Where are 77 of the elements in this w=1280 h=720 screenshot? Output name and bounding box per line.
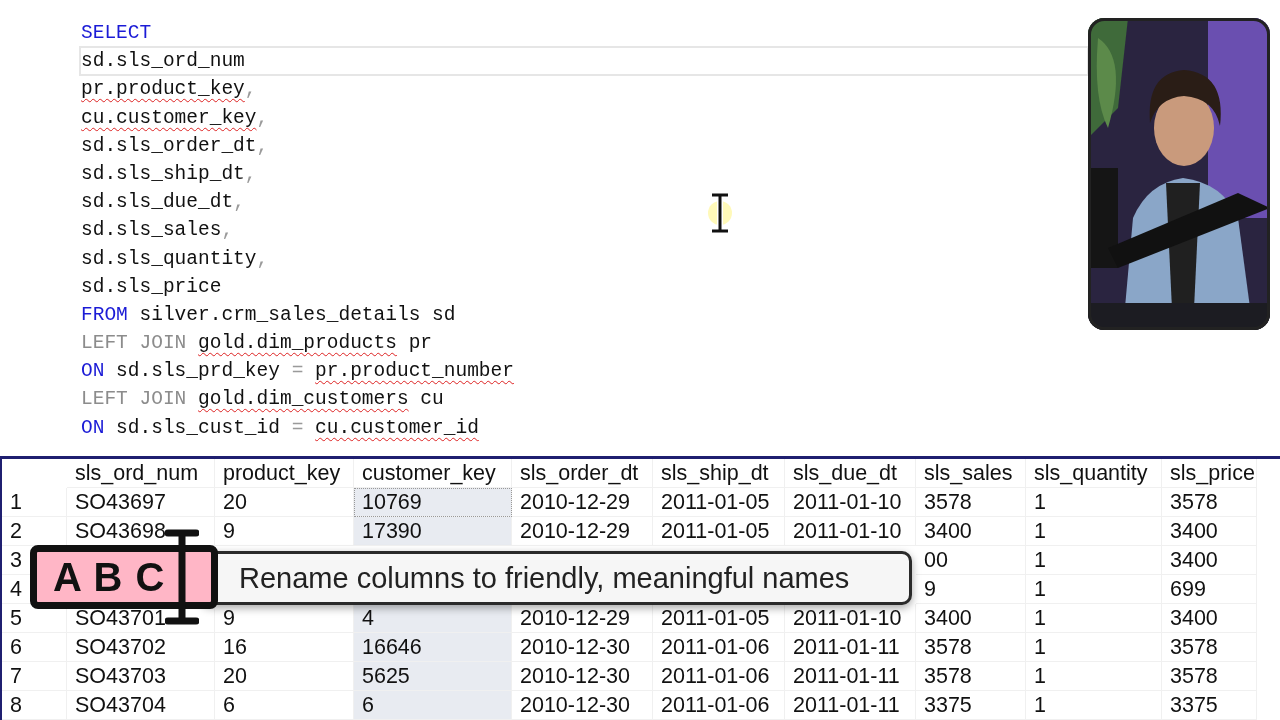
table-cell: 2011-01-06 xyxy=(653,691,785,720)
table-cell: 10769 xyxy=(354,488,512,517)
table-cell: 2010-12-30 xyxy=(512,662,653,691)
table-cell: 3400 xyxy=(1162,546,1257,575)
table-cell: 00 xyxy=(916,546,1026,575)
table-cell: 2010-12-30 xyxy=(512,633,653,662)
text-cursor-icon xyxy=(706,192,734,234)
table-cell: SO43704 xyxy=(67,691,215,720)
column-header[interactable]: sls_sales xyxy=(916,459,1026,488)
table-cell: SO43697 xyxy=(67,488,215,517)
table-cell: 2011-01-06 xyxy=(653,662,785,691)
table-cell: 1 xyxy=(1026,517,1162,546)
column-header[interactable]: sls_order_dt xyxy=(512,459,653,488)
code-line: sd.sls_ship_dt, xyxy=(81,161,257,187)
table-cell: SO43703 xyxy=(67,662,215,691)
table-cell: 1 xyxy=(1026,633,1162,662)
table-cell: 2011-01-05 xyxy=(653,517,785,546)
table-cell: 2010-12-30 xyxy=(512,691,653,720)
table-cell: 3400 xyxy=(916,517,1026,546)
row-number: 1 xyxy=(2,488,67,517)
column-header[interactable]: sls_ord_num xyxy=(67,459,215,488)
table-cell: 3578 xyxy=(1162,488,1257,517)
table-cell: 1 xyxy=(1026,662,1162,691)
table-cell: 1 xyxy=(1026,546,1162,575)
column-header[interactable]: sls_ship_dt xyxy=(653,459,785,488)
table-cell: 2011-01-10 xyxy=(785,488,916,517)
code-line: LEFT JOIN gold.dim_customers cu xyxy=(81,387,444,413)
table-cell: 3375 xyxy=(916,691,1026,720)
code-line: cu.customer_key, xyxy=(81,105,269,131)
column-header[interactable]: sls_due_dt xyxy=(785,459,916,488)
table-cell: 3578 xyxy=(916,662,1026,691)
table-cell: 3578 xyxy=(916,633,1026,662)
table-cell: 4 xyxy=(354,604,512,633)
column-header[interactable]: sls_price xyxy=(1162,459,1257,488)
table-cell: 9 xyxy=(916,575,1026,604)
row-number: 8 xyxy=(2,691,67,720)
code-line: LEFT JOIN gold.dim_products pr xyxy=(81,331,433,357)
code-line: sd.sls_order_dt, xyxy=(81,133,269,159)
row-number: 7 xyxy=(2,662,67,691)
table-cell: 2011-01-11 xyxy=(785,633,916,662)
table-cell: 3578 xyxy=(1162,633,1257,662)
table-cell: 6 xyxy=(354,691,512,720)
table-cell: 5625 xyxy=(354,662,512,691)
code-line: sd.sls_quantity, xyxy=(81,246,269,272)
row-number: 6 xyxy=(2,633,67,662)
table-cell: 2010-12-29 xyxy=(512,488,653,517)
code-line: SELECT xyxy=(81,21,152,46)
code-line: sd.sls_price xyxy=(81,274,222,300)
table-cell: 17390 xyxy=(354,517,512,546)
code-line: ON sd.sls_prd_key = pr.product_number xyxy=(81,359,514,385)
table-cell: 2011-01-06 xyxy=(653,633,785,662)
table-cell: 2011-01-11 xyxy=(785,662,916,691)
table-cell: 3400 xyxy=(1162,604,1257,633)
table-cell: 1 xyxy=(1026,691,1162,720)
table-cell: 2010-12-29 xyxy=(512,517,653,546)
table-cell: 3375 xyxy=(1162,691,1257,720)
column-header[interactable]: product_key xyxy=(215,459,354,488)
code-line: sd.sls_ord_num xyxy=(80,47,1088,76)
table-cell: 3400 xyxy=(916,604,1026,633)
table-cell: 1 xyxy=(1026,488,1162,517)
table-cell: 2011-01-05 xyxy=(653,488,785,517)
table-cell: 1 xyxy=(1026,575,1162,604)
table-cell: 699 xyxy=(1162,575,1257,604)
table-cell: 1 xyxy=(1026,604,1162,633)
table-cell: 3578 xyxy=(916,488,1026,517)
table-cell: 3578 xyxy=(1162,662,1257,691)
table-cell: 2011-01-10 xyxy=(785,517,916,546)
code-line: pr.product_key, xyxy=(81,77,257,103)
code-line: sd.sls_due_dt, xyxy=(81,190,245,216)
code-line: FROM silver.crm_sales_details sd xyxy=(81,302,456,328)
code-line: sd.sls_sales, xyxy=(81,218,234,244)
table-cell: 2011-01-11 xyxy=(785,691,916,720)
code-line: ON sd.sls_cust_id = cu.customer_id xyxy=(81,415,479,441)
table-cell: 16646 xyxy=(354,633,512,662)
column-header[interactable]: sls_quantity xyxy=(1026,459,1162,488)
table-cell: 3400 xyxy=(1162,517,1257,546)
table-cell: SO43702 xyxy=(67,633,215,662)
